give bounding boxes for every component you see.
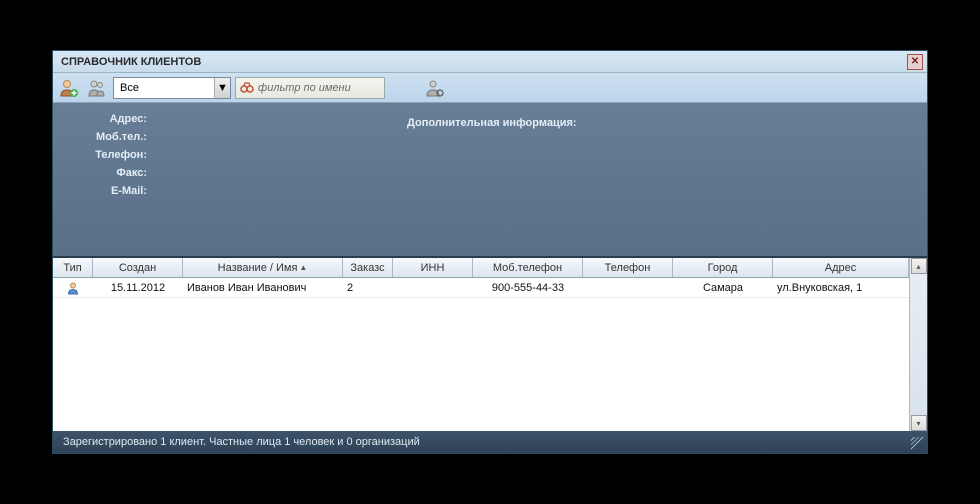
cell-address: ул.Внуковская, 1: [773, 278, 909, 297]
people-icon: [87, 78, 107, 98]
detail-panel: Адрес: Моб.тел.: Телефон: Факс: E-Mail: …: [53, 103, 927, 258]
close-icon: ✕: [911, 56, 919, 67]
scroll-down-button[interactable]: ▾: [911, 415, 927, 431]
col-address[interactable]: Адрес: [773, 258, 909, 277]
status-bar: Зарегистрировано 1 клиент. Частные лица …: [53, 431, 927, 453]
cell-name: Иванов Иван Иванович: [183, 278, 343, 297]
toolbar: Все ▼ фильтр по имени: [53, 73, 927, 103]
col-created[interactable]: Создан: [93, 258, 183, 277]
resize-grip[interactable]: [911, 437, 925, 451]
name-filter-placeholder: фильтр по имени: [258, 82, 351, 94]
detail-fields: Адрес: Моб.тел.: Телефон: Факс: E-Mail:: [67, 113, 367, 246]
label-fax: Факс:: [67, 167, 151, 179]
cell-orders: 2: [343, 278, 393, 297]
chevron-down-icon: ▼: [214, 78, 230, 98]
close-button[interactable]: ✕: [907, 54, 923, 70]
status-text: Зарегистрировано 1 клиент. Частные лица …: [63, 436, 420, 448]
col-inn[interactable]: ИНН: [393, 258, 473, 277]
label-phone: Телефон:: [67, 149, 151, 161]
col-phone[interactable]: Телефон: [583, 258, 673, 277]
col-mobile[interactable]: Моб.телефон: [473, 258, 583, 277]
table-row[interactable]: 15.11.2012 Иванов Иван Иванович 2 900-55…: [53, 278, 909, 298]
label-email: E-Mail:: [67, 185, 151, 197]
cell-phone: [583, 278, 673, 297]
label-mobile: Моб.тел.:: [67, 131, 151, 143]
add-person-button[interactable]: [57, 76, 81, 100]
col-orders[interactable]: Заказс: [343, 258, 393, 277]
col-city[interactable]: Город: [673, 258, 773, 277]
person-gear-icon: [425, 78, 445, 98]
label-address: Адрес:: [67, 113, 151, 125]
titlebar: СПРАВОЧНИК КЛИЕНТОВ ✕: [53, 51, 927, 73]
cell-mobile: 900-555-44-33: [473, 278, 583, 297]
extra-info-title: Дополнительная информация:: [407, 113, 913, 246]
vertical-scrollbar[interactable]: ▴ ▾: [909, 258, 927, 431]
cell-inn: [393, 278, 473, 297]
window-title: СПРАВОЧНИК КЛИЕНТОВ: [61, 56, 201, 68]
col-type[interactable]: Тип: [53, 258, 93, 277]
add-org-button[interactable]: [85, 76, 109, 100]
col-name[interactable]: Название / Имя: [183, 258, 343, 277]
clients-directory-window: СПРАВОЧНИК КЛИЕНТОВ ✕ Все ▼: [52, 50, 928, 454]
clients-grid[interactable]: Тип Создан Название / Имя Заказс ИНН Моб…: [53, 258, 909, 431]
client-settings-button[interactable]: [423, 76, 447, 100]
scroll-up-button[interactable]: ▴: [911, 258, 927, 274]
type-filter-select[interactable]: Все ▼: [113, 77, 231, 99]
type-filter-value: Все: [114, 82, 214, 94]
cell-city: Самара: [673, 278, 773, 297]
grid-header: Тип Создан Название / Имя Заказс ИНН Моб…: [53, 258, 909, 278]
cell-created: 15.11.2012: [93, 278, 183, 297]
binoculars-icon: [240, 81, 254, 95]
name-filter-input[interactable]: фильтр по имени: [235, 77, 385, 99]
person-icon: [66, 281, 80, 295]
grid-wrap: Тип Создан Название / Имя Заказс ИНН Моб…: [53, 258, 927, 431]
person-add-icon: [59, 78, 79, 98]
cell-type: [53, 278, 93, 297]
